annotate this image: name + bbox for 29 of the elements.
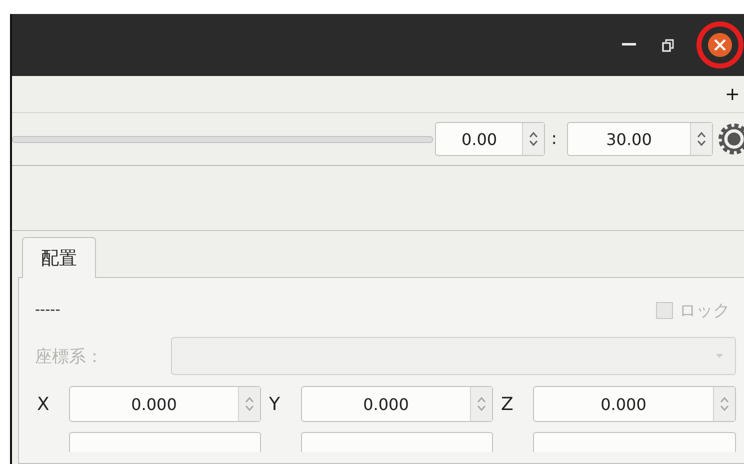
- spin-value: 0.000: [130, 394, 178, 414]
- range-separator: :: [551, 129, 557, 149]
- spin-value: 30.00: [605, 130, 653, 148]
- minimize-icon[interactable]: [622, 43, 636, 47]
- restore-icon[interactable]: [662, 38, 674, 52]
- coordinate-system-label: 座標系：: [35, 346, 104, 368]
- spin-box[interactable]: 0.000: [301, 386, 493, 422]
- axis-label: Z: [500, 394, 514, 414]
- spin-value: 0.000: [362, 394, 410, 414]
- spin-arrows-icon[interactable]: [522, 123, 544, 155]
- dropdown-arrow-icon[interactable]: [716, 354, 723, 358]
- spin-box[interactable]: [69, 432, 261, 452]
- coordinate-system-dropdown[interactable]: [171, 337, 736, 375]
- spin-arrows-icon[interactable]: [690, 123, 712, 155]
- spin-box[interactable]: [533, 432, 736, 452]
- spin-box[interactable]: 30.00: [567, 122, 713, 156]
- spin-box[interactable]: [301, 432, 493, 452]
- spin-box[interactable]: 0.000: [69, 386, 261, 422]
- spin-box[interactable]: 0.00: [435, 122, 546, 156]
- spin-box[interactable]: 0.000: [533, 386, 736, 422]
- gear-icon[interactable]: [716, 121, 744, 157]
- close-icon[interactable]: [696, 21, 744, 69]
- axis-label: X: [36, 394, 50, 414]
- axis-label: Y: [268, 394, 281, 414]
- add-button[interactable]: +: [720, 84, 744, 104]
- object-name: -----: [35, 302, 60, 318]
- tab[interactable]: 配置: [22, 237, 96, 278]
- spin-value: 0.00: [460, 130, 498, 148]
- spin-value: 0.000: [600, 394, 648, 414]
